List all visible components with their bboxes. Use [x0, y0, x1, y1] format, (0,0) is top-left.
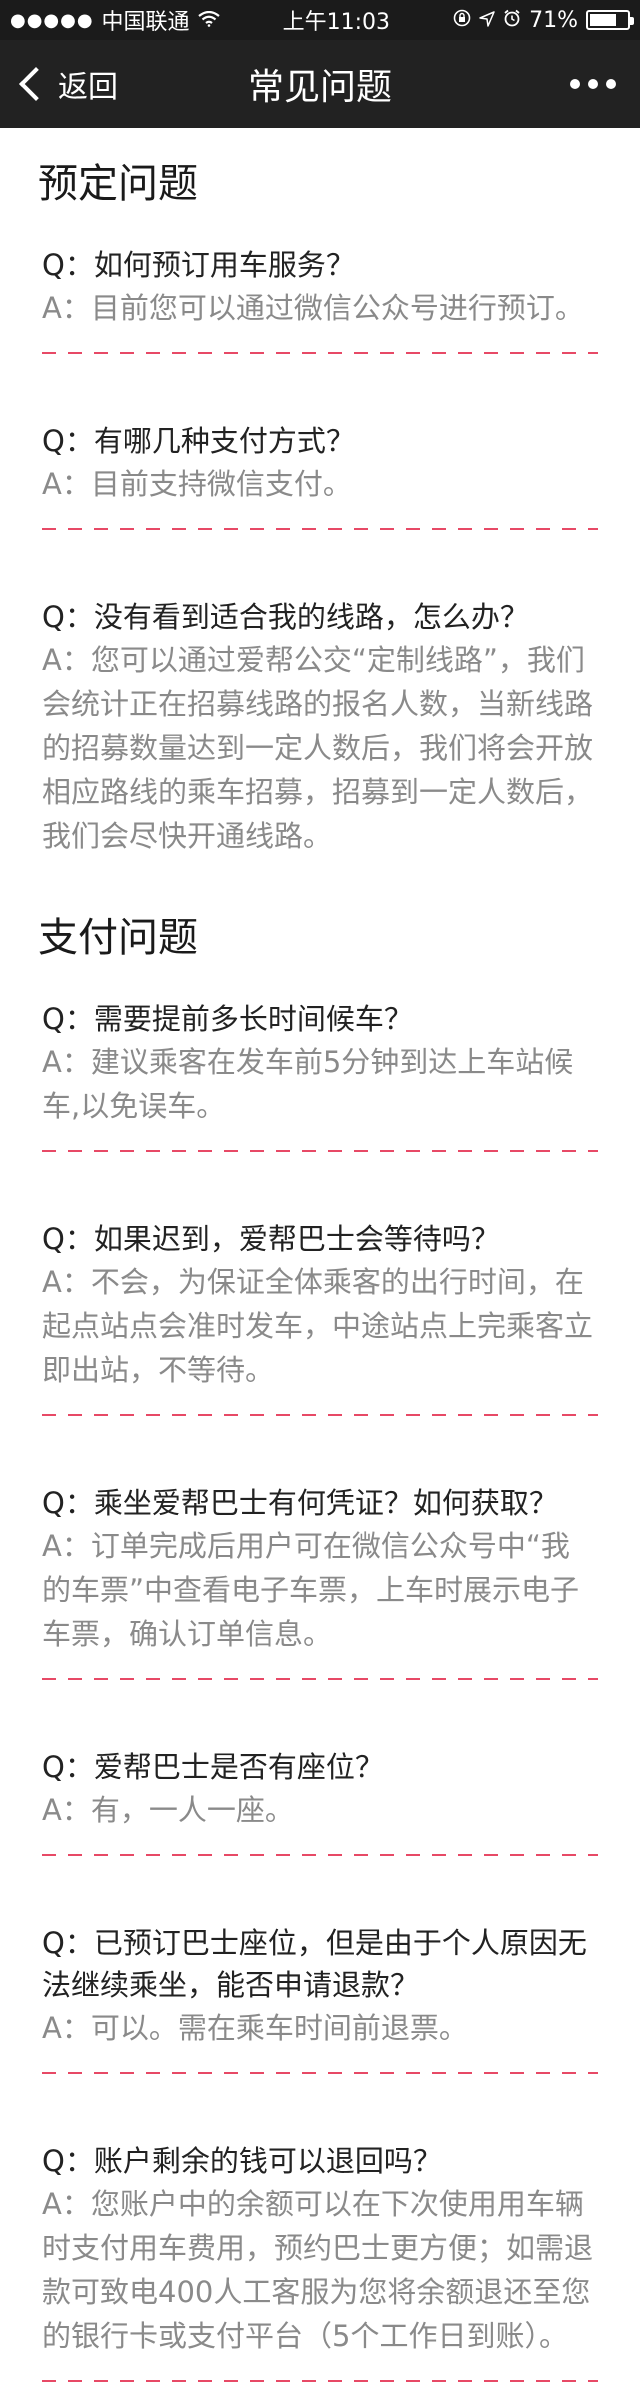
faq-question: Q：有哪几种支付方式？ [42, 424, 355, 458]
faq-item: Q：有哪几种支付方式？ A：目前支持微信支付。 [38, 410, 602, 586]
carrier-label: 中国联通 [101, 10, 190, 35]
signal-icon: ●●●●● [10, 9, 94, 31]
back-chevron-icon [19, 67, 53, 101]
faq-answer: A：有，一人一座。 [42, 1793, 294, 1827]
faq-answer: A：目前支持微信支付。 [42, 467, 352, 501]
lock-rotation-icon [453, 8, 471, 33]
dashed-divider [42, 1854, 598, 1856]
location-arrow-icon [479, 8, 495, 33]
faq-section-booking: 预定问题 Q：如何预订用车服务？ A：目前您可以通过微信公众号进行预订。 Q：有… [38, 160, 602, 880]
section-title: 预定问题 [38, 161, 198, 207]
faq-item: Q：账户剩余的钱可以退回吗？ A：您账户中的余额可以在下次使用用车辆时支付用车费… [38, 2130, 602, 2404]
faq-question: Q：爱帮巴士是否有座位？ [42, 1750, 384, 1784]
alarm-icon [503, 8, 521, 33]
dashed-divider [42, 2072, 598, 2074]
page-title: 常见问题 [247, 67, 393, 108]
dashed-divider [42, 1678, 598, 1680]
faq-answer: A：您可以通过爱帮公交“定制线路”，我们会统计正在招募线路的报名人数，当新线路的… [42, 643, 594, 853]
faq-item: Q：乘坐爱帮巴士有何凭证？如何获取？ A：订单完成后用户可在微信公众号中“我的车… [38, 1472, 602, 1736]
faq-item: Q：需要提前多长时间候车？ A：建议乘客在发车前5分钟到达上车站候车,以免误车。 [38, 988, 602, 1208]
faq-item: Q：如何预订用车服务？ A：目前您可以通过微信公众号进行预订。 [38, 234, 602, 410]
status-bar: ●●●●● 中国联通 上午11:03 71% [0, 0, 640, 40]
dashed-divider [42, 1414, 598, 1416]
section-title: 支付问题 [38, 915, 198, 961]
faq-answer: A：您账户中的余额可以在下次使用用车辆时支付用车费用，预约巴士更方便；如需退款可… [42, 2187, 594, 2353]
faq-content: 预定问题 Q：如何预订用车服务？ A：目前您可以通过微信公众号进行预订。 Q：有… [0, 128, 640, 2404]
faq-item: Q：如果迟到，爱帮巴士会等待吗？ A：不会，为保证全体乘客的出行时间，在起点站点… [38, 1208, 602, 1472]
faq-item: Q：没有看到适合我的线路，怎么办？ A：您可以通过爱帮公交“定制线路”，我们会统… [38, 586, 602, 880]
faq-question: Q：如果迟到，爱帮巴士会等待吗？ [42, 1222, 500, 1256]
faq-question: Q：已预订巴士座位，但是由于个人原因无法继续乘坐，能否申请退款？ [42, 1926, 587, 2002]
back-button[interactable]: 返回 [18, 62, 118, 106]
nav-bar: 返回 常见问题 [0, 40, 640, 128]
dashed-divider [42, 1150, 598, 1152]
faq-answer: A：目前您可以通过微信公众号进行预订。 [42, 291, 584, 325]
faq-section-payment: 支付问题 Q：需要提前多长时间候车？ A：建议乘客在发车前5分钟到达上车站候车,… [38, 914, 602, 2404]
battery-icon [585, 10, 634, 30]
faq-question: Q：账户剩余的钱可以退回吗？ [42, 2144, 442, 2178]
dashed-divider [42, 528, 598, 530]
faq-answer: A：不会，为保证全体乘客的出行时间，在起点站点会准时发车，中途站点上完乘客立即出… [42, 1265, 594, 1387]
battery-percent: 71% [529, 7, 578, 33]
faq-item: Q：已预订巴士座位，但是由于个人原因无法继续乘坐，能否申请退款？ A：可以。需在… [38, 1912, 602, 2130]
faq-question: Q：乘坐爱帮巴士有何凭证？如何获取？ [42, 1486, 558, 1520]
faq-question: Q：如何预订用车服务？ [42, 248, 355, 282]
faq-question: Q：没有看到适合我的线路，怎么办？ [42, 600, 529, 634]
wifi-icon [197, 8, 220, 32]
faq-answer: A：建议乘客在发车前5分钟到达上车站候车,以免误车。 [42, 1045, 574, 1123]
faq-question: Q：需要提前多长时间候车？ [42, 1002, 413, 1036]
faq-answer: A：订单完成后用户可在微信公众号中“我的车票”中查看电子车票，上车时展示电子车票… [42, 1529, 580, 1651]
more-icon[interactable] [570, 79, 622, 89]
clock: 上午11:03 [282, 10, 391, 35]
faq-answer: A：可以。需在乘车时间前退票。 [42, 2011, 468, 2045]
dashed-divider [42, 2380, 598, 2382]
back-label: 返回 [58, 70, 118, 105]
dashed-divider [42, 352, 598, 354]
faq-item: Q：爱帮巴士是否有座位？ A：有，一人一座。 [38, 1736, 602, 1912]
